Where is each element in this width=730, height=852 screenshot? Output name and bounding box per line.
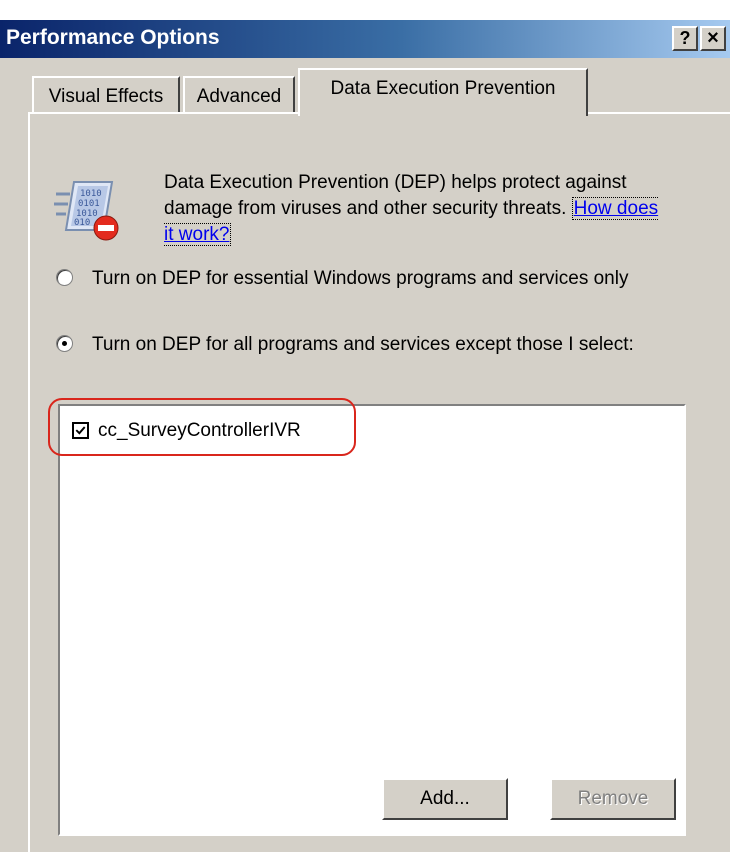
radio-all-control[interactable] — [56, 335, 73, 352]
radio-essential-control[interactable] — [56, 269, 73, 286]
tab-visual-effects[interactable]: Visual Effects — [32, 76, 180, 114]
tab-advanced[interactable]: Advanced — [183, 76, 295, 114]
window-title: Performance Options — [6, 26, 220, 49]
add-button[interactable]: Add... — [382, 778, 508, 820]
remove-button[interactable]: Remove — [550, 778, 676, 820]
program-name: cc_SurveyControllerIVR — [98, 420, 301, 441]
svg-text:010: 010 — [74, 218, 90, 228]
radio-essential-label: Turn on DEP for essential Windows progra… — [92, 268, 629, 289]
help-button[interactable]: ? — [672, 26, 698, 51]
svg-text:1010: 1010 — [80, 189, 102, 199]
dep-description: Data Execution Prevention (DEP) helps pr… — [164, 170, 664, 248]
description-text: Data Execution Prevention (DEP) helps pr… — [164, 172, 627, 219]
svg-text:0101: 0101 — [78, 199, 100, 209]
program-list[interactable]: cc_SurveyControllerIVR — [58, 404, 686, 836]
close-button[interactable]: × — [700, 26, 726, 51]
title-bar: Performance Options ? × — [0, 20, 730, 58]
checkbox-checked-icon[interactable] — [72, 422, 89, 439]
help-icon: ? — [679, 28, 691, 48]
top-strip — [0, 0, 730, 20]
dep-icon: 1010 0101 1010 010 — [54, 181, 119, 241]
tab-data-execution-prevention[interactable]: Data Execution Prevention — [298, 68, 588, 116]
close-icon: × — [707, 27, 719, 49]
radio-all-label: Turn on DEP for all programs and service… — [92, 334, 634, 355]
